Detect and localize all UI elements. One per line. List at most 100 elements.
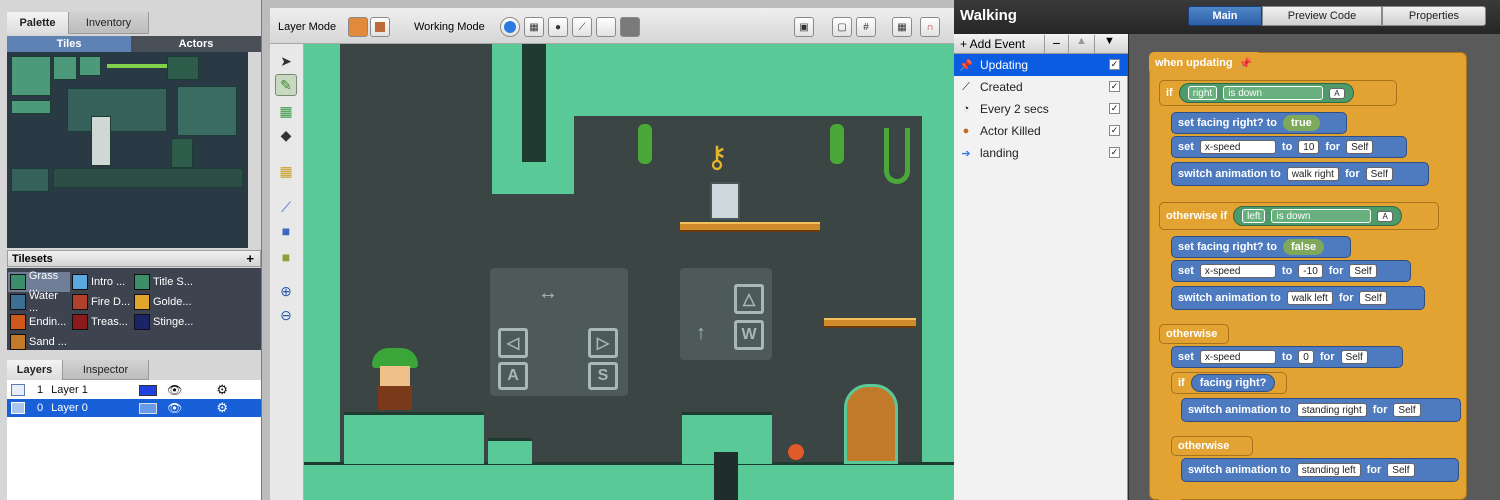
event-item-updating[interactable]: 📌 Updating ✓ [954,54,1128,76]
switch-animation-block[interactable]: switch animation to walk left for Self [1171,286,1425,310]
add-tileset-button[interactable]: + [246,251,254,266]
scene-canvas[interactable]: ⚷ ◁ ▷ A S ↔ △ W ↑ [304,44,954,500]
tab-palette[interactable]: Palette [7,12,69,34]
eye-icon[interactable]: 👁 [167,383,182,397]
tileset-item[interactable]: Golde... [132,292,194,312]
set-facing-block[interactable]: set facing right? to true [1171,112,1347,134]
frame-button[interactable]: ▢ [832,17,852,37]
line-tool[interactable]: ⟋ [275,196,297,218]
set-xspeed-block[interactable]: set x-speed to -10 for Self [1171,260,1411,282]
layer-row[interactable]: 0 Layer 0 👁 ⚙ [7,399,261,417]
if-facing-block[interactable]: if facing right? [1171,372,1287,394]
tab-properties[interactable]: Properties [1382,6,1486,26]
attribute-dropdown[interactable]: x-speed [1199,350,1276,364]
tileset-item[interactable]: Sand ... [8,332,70,352]
event-item-every-2-secs[interactable]: ◔ Every 2 secs ✓ [954,98,1128,120]
zoom-out-tool[interactable]: ⊖ [275,304,297,326]
event-item-actor-killed[interactable]: ● Actor Killed ✓ [954,120,1128,142]
snap-button[interactable]: ∩ [920,17,940,37]
layer-mode-single-button[interactable] [348,17,368,37]
fill-grid-tool[interactable]: ▦ [275,100,297,122]
path-mode-button[interactable]: ⟋ [572,17,592,37]
set-facing-block[interactable]: set facing right? to false [1171,236,1351,258]
tileset-item[interactable]: Treas... [70,312,132,332]
key-dropdown[interactable]: left [1242,209,1266,223]
tab-inspector[interactable]: Inspector [63,360,149,380]
tileset-item[interactable]: Intro ... [70,272,132,292]
move-down-button[interactable]: ▼ [1094,35,1124,53]
tab-main[interactable]: Main [1188,6,1262,26]
otherwise-block[interactable]: otherwise [1159,324,1229,344]
otherwise-facing-block[interactable]: otherwise [1171,436,1253,456]
bucket-tool[interactable]: ◆ [275,124,297,146]
rect-fill-tool[interactable]: ■ [275,246,297,268]
tileset-item[interactable]: Endin... [8,312,70,332]
pencil-tool[interactable]: ✎ [275,74,297,96]
tile-palette[interactable] [7,52,248,248]
set-xspeed-block[interactable]: set x-speed to 0 for Self [1171,346,1403,368]
terrain-mode-button[interactable] [620,17,640,37]
camera-button[interactable]: ▣ [794,17,814,37]
actor-dropdown[interactable]: Self [1349,264,1377,278]
gear-icon[interactable]: ⚙ [216,400,228,416]
attribute-dropdown[interactable]: x-speed [1199,140,1276,154]
grid-settings-button[interactable]: ▦ [892,17,912,37]
block-canvas[interactable]: when updating 📌 if right is down A set fa… [1129,34,1500,500]
animation-dropdown[interactable]: walk right [1286,167,1339,181]
actor-dropdown[interactable]: Self [1359,291,1387,305]
eye-icon[interactable]: 👁 [167,401,182,415]
actor-dropdown[interactable]: Self [1346,140,1374,154]
key-condition[interactable]: right is down A [1178,83,1354,103]
event-enabled-checkbox[interactable]: ✓ [1109,81,1120,92]
actor-mode-button[interactable]: ● [548,17,568,37]
switch-animation-block[interactable]: switch animation to standing right for Self [1181,398,1461,422]
otherwise-if-block[interactable]: otherwise if left is down A [1159,202,1439,230]
tileset-item[interactable]: Stinge... [132,312,194,332]
switch-animation-block[interactable]: switch animation to standing left for Self [1181,458,1459,482]
grid-button[interactable]: # [856,17,876,37]
tileset-item[interactable]: Title S... [132,272,194,292]
remove-event-button[interactable]: − [1044,35,1068,53]
region-mode-button[interactable] [596,17,616,37]
if-block[interactable]: if right is down A [1159,80,1397,106]
gear-icon[interactable]: ⚙ [216,382,228,398]
bool-literal[interactable]: false [1283,239,1325,255]
tile-grid-tool[interactable]: ▦ [275,160,297,182]
layer-color-swatch[interactable] [139,384,158,396]
event-item-created[interactable]: ⟋ Created ✓ [954,76,1128,98]
switch-animation-block[interactable]: switch animation to walk right for Self [1171,162,1429,186]
set-xspeed-block[interactable]: set x-speed to 10 for Self [1171,136,1407,158]
subtab-actors[interactable]: Actors [131,36,261,52]
key-state-dropdown[interactable]: is down [1271,209,1372,223]
bool-literal[interactable]: true [1283,115,1320,131]
key-condition[interactable]: left is down A [1233,206,1402,226]
key-state-dropdown[interactable]: is down [1223,86,1324,100]
tileset-item[interactable]: Water ... [8,290,70,314]
tab-layers[interactable]: Layers [7,360,63,380]
event-enabled-checkbox[interactable]: ✓ [1109,125,1120,136]
facing-condition[interactable]: facing right? [1190,374,1276,392]
zoom-in-tool[interactable]: ⊕ [275,280,297,302]
actor-dropdown[interactable]: Self [1393,403,1421,417]
pointer-tool[interactable]: ➤ [275,50,297,72]
event-enabled-checkbox[interactable]: ✓ [1109,59,1120,70]
animation-dropdown[interactable]: standing left [1296,463,1361,477]
subtab-tiles[interactable]: Tiles [7,36,131,52]
value-dropdown[interactable]: -10 [1298,264,1323,278]
move-up-button[interactable]: ▲ [1068,35,1094,53]
event-item-landing[interactable]: ➔ landing ✓ [954,142,1128,164]
event-enabled-checkbox[interactable]: ✓ [1109,147,1120,158]
actor-dropdown[interactable]: Self [1365,167,1393,181]
layer-row[interactable]: 1 Layer 1 👁 ⚙ [7,381,261,399]
tileset-item[interactable]: Fire D... [70,292,132,312]
layer-mode-all-button[interactable] [370,17,390,37]
event-enabled-checkbox[interactable]: ✓ [1109,103,1120,114]
actor-dropdown[interactable]: Self [1387,463,1415,477]
image-mode-button[interactable]: ▦ [524,17,544,37]
rect-tool[interactable]: ■ [275,220,297,242]
value-dropdown[interactable]: 10 [1298,140,1320,154]
layer-color-swatch[interactable] [139,402,158,414]
attribute-dropdown[interactable]: x-speed [1199,264,1276,278]
tab-inventory[interactable]: Inventory [69,12,149,34]
key-dropdown[interactable]: right [1187,86,1218,100]
